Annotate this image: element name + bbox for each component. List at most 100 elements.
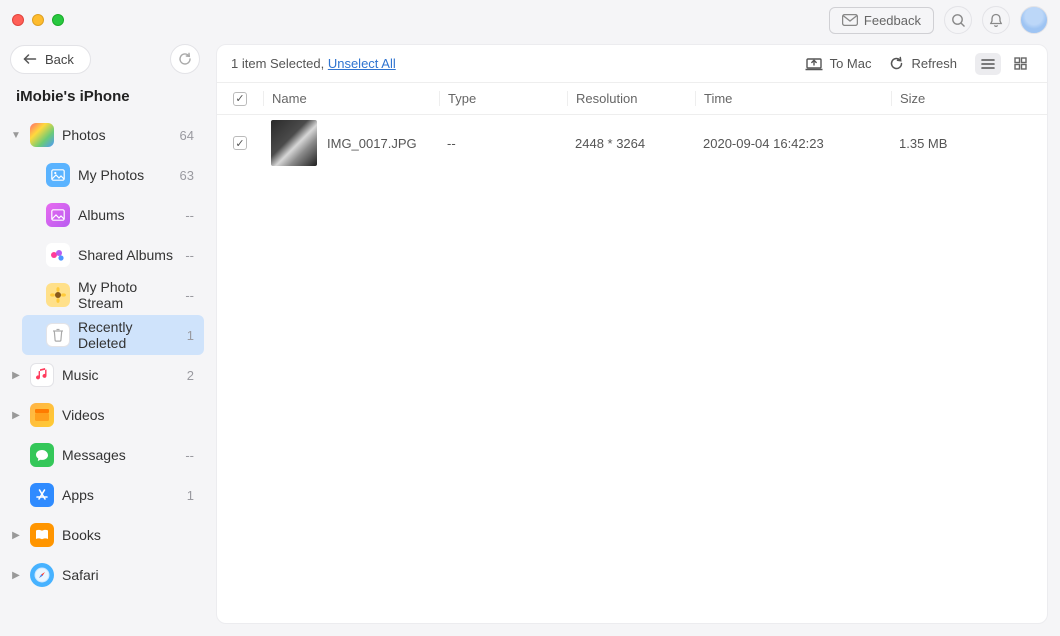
traffic-lights [12,14,64,26]
shared-icon [46,243,70,267]
sidebar-item-photo-stream[interactable]: My Photo Stream -- [22,275,204,315]
sidebar-item-books[interactable]: ▶ Books [6,515,204,555]
table-row[interactable]: IMG_0017.JPG -- 2448 * 3264 2020-09-04 1… [217,115,1047,171]
sidebar-item-label: Videos [62,407,186,423]
sidebar-item-music[interactable]: ▶ Music 2 [6,355,204,395]
sidebar-item-count: 2 [187,368,194,383]
arrow-left-icon [23,54,37,64]
sidebar-item-videos[interactable]: ▶ Videos [6,395,204,435]
content-pane: 1 item Selected, Unselect All To Mac Ref… [216,44,1048,624]
grid-view-button[interactable] [1007,53,1033,75]
table-header: Name Type Resolution Time Size [217,83,1047,115]
sidebar-item-label: Books [62,527,186,543]
selection-count-text: 1 item Selected, [231,56,328,71]
sidebar-item-recently-deleted[interactable]: Recently Deleted 1 [22,315,204,355]
chevron-right-icon: ▶ [10,410,22,421]
cell-type: -- [439,136,567,151]
chat-bubble-icon [30,443,54,467]
cell-resolution: 2448 * 3264 [567,136,695,151]
chevron-down-icon: ▼ [10,130,22,141]
device-title: iMobie's iPhone [6,82,204,115]
sunflower-icon [46,283,70,307]
unselect-all-link[interactable]: Unselect All [328,56,396,71]
sidebar-item-count: -- [185,208,194,223]
cell-time: 2020-09-04 16:42:23 [695,136,891,151]
selection-status: 1 item Selected, Unselect All [231,56,396,71]
sidebar-item-count: -- [185,248,194,263]
sidebar-item-count: 1 [187,328,194,343]
window-minimize-button[interactable] [32,14,44,26]
sidebar: Back iMobie's iPhone ▼ Photos 64 [0,40,210,636]
clapper-icon [30,403,54,427]
refresh-icon [178,52,192,66]
column-header-name[interactable]: Name [263,91,439,106]
sidebar-item-label: Music [62,367,179,383]
notifications-button[interactable] [982,6,1010,34]
trash-icon [46,323,70,347]
sidebar-item-label: Albums [78,207,177,223]
sidebar-item-my-photos[interactable]: My Photos 63 [22,155,204,195]
search-icon [951,13,966,28]
back-label: Back [45,52,74,67]
export-icon [805,57,823,71]
sidebar-item-label: Photos [62,127,172,143]
sidebar-item-label: My Photo Stream [78,279,177,311]
chevron-right-icon: ▶ [10,530,22,541]
to-mac-button[interactable]: To Mac [805,56,872,71]
to-mac-label: To Mac [830,56,872,71]
column-header-resolution[interactable]: Resolution [567,91,695,106]
sidebar-item-count: -- [185,288,194,303]
window-close-button[interactable] [12,14,24,26]
sidebar-item-shared-albums[interactable]: Shared Albums -- [22,235,204,275]
photos-icon [30,123,54,147]
search-button[interactable] [944,6,972,34]
content-toolbar: 1 item Selected, Unselect All To Mac Ref… [217,45,1047,83]
sidebar-item-label: Recently Deleted [78,319,179,351]
feedback-label: Feedback [864,13,921,28]
cell-name: IMG_0017.JPG [327,136,417,151]
sidebar-item-label: Apps [62,487,179,503]
sidebar-item-apps[interactable]: Apps 1 [6,475,204,515]
refresh-label: Refresh [911,56,957,71]
sidebar-item-safari[interactable]: ▶ Safari [6,555,204,595]
feedback-button[interactable]: Feedback [829,7,934,34]
music-note-icon [30,363,54,387]
sidebar-item-count: 1 [187,488,194,503]
refresh-button[interactable]: Refresh [889,56,957,71]
sidebar-item-label: My Photos [78,167,172,183]
column-header-time[interactable]: Time [695,91,891,106]
row-checkbox[interactable] [233,136,247,150]
mail-icon [842,14,858,26]
sidebar-item-count: 64 [180,128,194,143]
sidebar-item-label: Shared Albums [78,247,177,263]
cell-size: 1.35 MB [891,136,1047,151]
book-icon [30,523,54,547]
window-maximize-button[interactable] [52,14,64,26]
sidebar-item-count: -- [185,448,194,463]
chevron-right-icon: ▶ [10,370,22,381]
list-icon [981,58,995,70]
image-icon [46,163,70,187]
sidebar-item-albums[interactable]: Albums -- [22,195,204,235]
list-view-button[interactable] [975,53,1001,75]
sidebar-item-messages[interactable]: Messages -- [6,435,204,475]
column-header-type[interactable]: Type [439,91,567,106]
column-header-size[interactable]: Size [891,91,1047,106]
sidebar-refresh-button[interactable] [170,44,200,74]
albums-icon [46,203,70,227]
user-avatar[interactable] [1020,6,1048,34]
grid-icon [1014,57,1027,70]
sidebar-item-photos[interactable]: ▼ Photos 64 [6,115,204,155]
sidebar-item-label: Messages [62,447,177,463]
chevron-right-icon: ▶ [10,570,22,581]
thumbnail [271,120,317,166]
select-all-checkbox[interactable] [233,92,247,106]
titlebar-right: Feedback [829,6,1048,34]
view-toggle [975,53,1033,75]
sidebar-item-label: Safari [62,567,186,583]
sidebar-item-count: 63 [180,168,194,183]
refresh-icon [889,56,904,71]
titlebar: Feedback [0,0,1060,40]
back-button[interactable]: Back [10,45,91,74]
bell-icon [989,13,1003,28]
